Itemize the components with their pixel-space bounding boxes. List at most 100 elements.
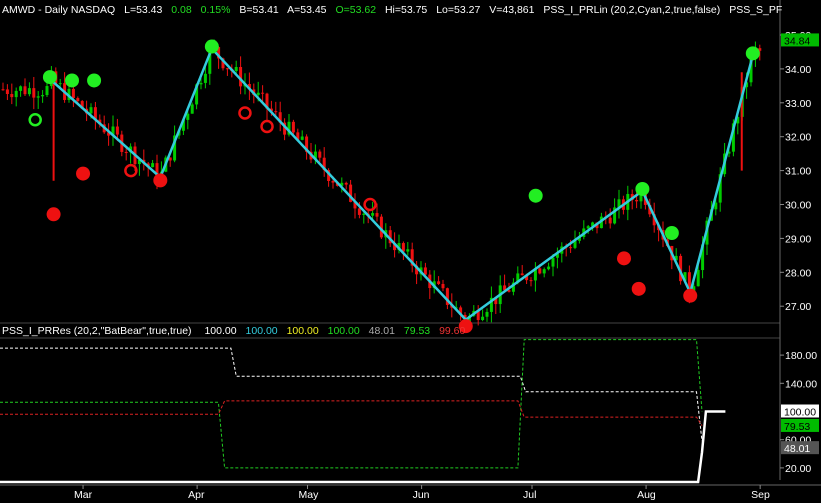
candle-body	[41, 95, 45, 97]
candle-body	[569, 247, 573, 249]
candle-body	[331, 181, 335, 183]
candle-body	[23, 86, 27, 95]
study-line-green	[0, 339, 703, 469]
lower-marker-label: 79.53	[784, 421, 810, 433]
candle-body	[261, 92, 265, 94]
time-tick-label: Apr	[188, 489, 205, 501]
candle-body	[529, 280, 533, 282]
candle-body	[27, 88, 31, 95]
lower-tick-label: 140.00	[785, 378, 817, 390]
candle-body	[362, 213, 366, 215]
candle-body	[5, 89, 9, 95]
candle-body	[520, 273, 524, 276]
time-tick-label: May	[299, 489, 320, 501]
chart-window: 35.0034.0033.0032.0031.0030.0029.0028.00…	[0, 0, 821, 503]
price-panel[interactable]	[1, 39, 762, 334]
lower-tick-label: 180.00	[785, 350, 817, 362]
open-circle-marker	[363, 197, 377, 212]
study-line-red	[0, 400, 703, 426]
candle-body	[586, 226, 590, 229]
swing-high-marker	[664, 226, 679, 241]
candle-body	[481, 316, 485, 321]
price-tick-label: 31.00	[785, 166, 811, 178]
candle-body	[441, 283, 445, 289]
candle-body	[36, 96, 40, 98]
open-value: O=53.62	[335, 4, 376, 16]
swing-high-marker	[42, 70, 57, 85]
volume-value: V=43,861	[489, 4, 534, 16]
candle-body	[124, 151, 128, 153]
candle-body	[151, 163, 155, 168]
candle-body	[10, 94, 14, 98]
candle-body	[635, 199, 639, 202]
last-price: L=53.43	[124, 4, 162, 16]
candle-body	[371, 213, 375, 216]
lower-marker-label: 100.00	[784, 407, 816, 419]
study-value-1: 100.00	[204, 325, 236, 337]
open-circle-marker	[260, 119, 274, 134]
price-tick-label: 32.00	[785, 132, 811, 144]
swing-low-marker	[617, 251, 631, 266]
swing-high-marker	[528, 188, 543, 203]
time-tick-label: Aug	[637, 489, 656, 501]
ask-value: A=53.45	[287, 4, 327, 16]
candle-body	[357, 208, 361, 215]
study-value-3: 100.00	[287, 325, 319, 337]
candle-body	[71, 88, 75, 99]
candle-body	[115, 126, 119, 135]
candle-body	[542, 269, 546, 274]
candle-body	[485, 311, 489, 317]
price-header: AMWD - Daily NASDAQ L=53.43 0.08 0.15% B…	[2, 4, 782, 16]
candle-body	[423, 267, 427, 275]
candle-body	[551, 257, 555, 267]
study-value-5: 48.01	[369, 325, 395, 337]
candle-body	[547, 266, 551, 270]
swing-low-marker	[683, 288, 698, 303]
lower-panel[interactable]	[0, 339, 726, 484]
candle-body	[199, 82, 203, 85]
candle-body	[14, 90, 18, 98]
candle-body	[318, 151, 322, 158]
study-line-solid	[0, 410, 726, 484]
change-pct: 0.15%	[201, 4, 231, 16]
candle-body	[76, 98, 80, 102]
candle-body	[608, 217, 612, 224]
zigzag-segment	[689, 55, 755, 293]
candle-body	[190, 104, 194, 114]
zigzag-segment	[210, 47, 467, 321]
zigzag-segment	[465, 189, 644, 321]
study-value-6: 79.53	[404, 325, 430, 337]
bid-value: B=53.41	[239, 4, 279, 16]
lower-marker-label: 48.01	[784, 443, 810, 455]
lower-header: PSS_I_PRRes (20,2,"BatBear",true,true) 1…	[2, 325, 465, 337]
time-tick-label: Jun	[413, 489, 430, 501]
zigzag-segment	[49, 78, 162, 179]
symbol-label: AMWD - Daily NASDAQ	[2, 4, 115, 16]
lower-tick-label: 20.00	[785, 463, 811, 475]
study-label: PSS_I_PRRes (20,2,"BatBear",true,true)	[2, 325, 192, 337]
high-value: Hi=53.75	[385, 4, 427, 16]
open-circle-marker	[238, 106, 252, 120]
swing-high-marker	[65, 73, 79, 88]
price-tick-label: 30.00	[785, 200, 811, 212]
candle-body	[375, 213, 379, 217]
candle-body	[203, 73, 207, 83]
time-tick-label: Mar	[74, 489, 93, 501]
candle-body	[58, 83, 62, 85]
open-circle-marker	[28, 113, 42, 127]
swing-high-marker	[635, 181, 650, 196]
swing-markers	[28, 39, 760, 334]
indicator-2-label: PSS_S_PF	[729, 4, 782, 16]
indicator-1-label: PSS_I_PRLin (20,2,Cyan,2,true,false)	[543, 4, 720, 16]
zigzag-segment	[159, 48, 214, 178]
axes: 35.0034.0033.0032.0031.0030.0029.0028.00…	[74, 30, 819, 501]
candle-body	[1, 89, 5, 91]
price-tick-label: 29.00	[785, 233, 811, 245]
price-tick-label: 33.00	[785, 98, 811, 110]
zigzag-segment	[641, 190, 692, 294]
study-value-7: 99.60	[439, 325, 465, 337]
candle-body	[45, 86, 49, 96]
swing-high-marker	[204, 39, 219, 54]
chart-canvas: 35.0034.0033.0032.0031.0030.0029.0028.00…	[0, 0, 821, 501]
candle-body	[406, 249, 410, 252]
